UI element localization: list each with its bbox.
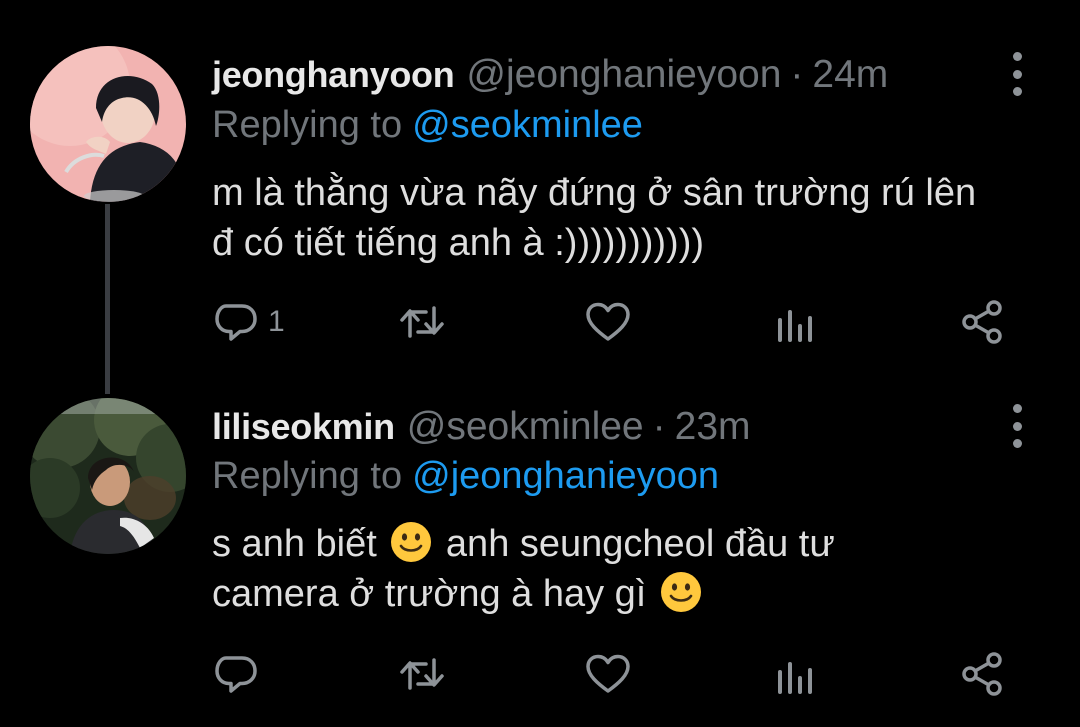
replying-to-mention[interactable]: @seokminlee xyxy=(412,104,643,146)
retweet-button[interactable] xyxy=(398,644,446,704)
like-button[interactable] xyxy=(584,292,632,352)
reply-button[interactable]: 1 xyxy=(212,292,285,352)
analytics-bars-icon xyxy=(778,662,812,694)
timestamp[interactable]: 23m xyxy=(675,404,751,450)
replying-to-mention[interactable]: @jeonghanieyoon xyxy=(412,455,719,497)
display-name[interactable]: liliseokmin xyxy=(212,404,395,450)
replying-to-label: Replying to xyxy=(212,455,403,497)
tweet-liliseokmin[interactable]: liliseokmin @seokminlee · 23m Replying t… xyxy=(0,380,1080,727)
replying-to-label: Replying to xyxy=(212,104,403,146)
replying-to-line: Replying to @seokminlee xyxy=(212,102,643,148)
tweet-header: liliseokmin @seokminlee · 23m xyxy=(212,404,751,450)
tweet-text: m là thằng vừa nãy đứng ở sân trường rú … xyxy=(212,168,1052,268)
avatar[interactable] xyxy=(30,46,186,202)
analytics-bars-icon xyxy=(778,310,812,342)
tweet-text-segment: anh seungcheol đầu tư xyxy=(445,523,835,565)
analytics-button[interactable] xyxy=(772,292,820,352)
tweet-text-line: đ có tiết tiếng anh à :))))))))))) xyxy=(212,222,704,264)
retweet-button[interactable] xyxy=(398,292,446,352)
reply-count: 1 xyxy=(268,305,285,338)
replying-to-line: Replying to @jeonghanieyoon xyxy=(212,453,719,499)
avatar-jeonghanyoon-image xyxy=(30,46,186,202)
retweet-icon xyxy=(400,658,444,690)
slightly-smiling-face-emoji-icon xyxy=(660,572,701,612)
heart-icon xyxy=(586,654,630,693)
timestamp[interactable]: 24m xyxy=(812,52,888,98)
vertical-dots-icon[interactable] xyxy=(1008,404,1026,448)
tweet-jeonghanyoon[interactable]: jeonghanyoon @jeonghanieyoon · 24m Reply… xyxy=(0,0,1080,394)
tweet-text-segment: camera ở trường à hay gì xyxy=(212,573,647,615)
vertical-dots-icon[interactable] xyxy=(1008,52,1026,96)
display-name[interactable]: jeonghanyoon xyxy=(212,52,455,98)
like-button[interactable] xyxy=(584,644,632,704)
tweet-text: s anh biết anh seungcheol đầu tư camera … xyxy=(212,519,1052,619)
user-handle[interactable]: @jeonghanieyoon xyxy=(466,52,781,98)
tweet-text-line: m là thằng vừa nãy đứng ở sân trường rú … xyxy=(212,172,977,214)
tweet-text-line: camera ở trường à hay gì xyxy=(212,569,1052,619)
separator-dot: · xyxy=(652,405,666,448)
tweet-text-line: s anh biết anh seungcheol đầu tư xyxy=(212,519,1052,569)
separator-dot: · xyxy=(790,53,804,96)
tweet-actions xyxy=(0,644,1080,704)
share-icon xyxy=(962,300,1002,344)
slightly-smiling-face-emoji-icon xyxy=(391,522,432,562)
avatar-liliseokmin-image xyxy=(30,398,186,554)
share-button[interactable] xyxy=(958,644,1006,704)
tweet-header: jeonghanyoon @jeonghanieyoon · 24m xyxy=(212,52,888,98)
user-handle[interactable]: @seokminlee xyxy=(407,404,644,450)
tweet-actions: 1 xyxy=(0,292,1080,352)
analytics-button[interactable] xyxy=(772,644,820,704)
share-button[interactable] xyxy=(958,292,1006,352)
comment-bubble-icon xyxy=(215,304,257,341)
tweet-text-segment: s anh biết xyxy=(212,523,377,565)
avatar[interactable] xyxy=(30,398,186,554)
reply-button[interactable] xyxy=(212,644,268,704)
comment-bubble-icon xyxy=(215,656,257,693)
heart-icon xyxy=(586,302,630,341)
share-icon xyxy=(962,652,1002,696)
retweet-icon xyxy=(400,306,444,338)
